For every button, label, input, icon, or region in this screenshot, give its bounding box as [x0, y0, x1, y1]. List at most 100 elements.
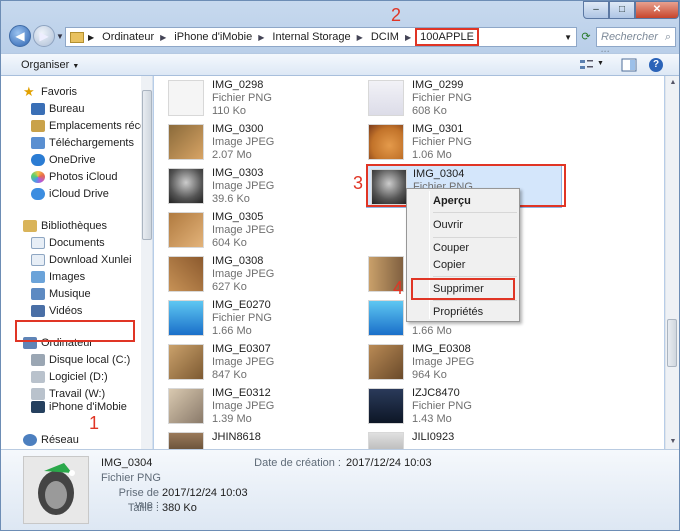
file-item[interactable]: IMG_E0308 Image JPEG 964 Ko: [354, 340, 534, 384]
file-item[interactable]: IMG_0299 Fichier PNG 608 Ko: [354, 76, 534, 120]
address-bar[interactable]: ▶ Ordinateur ▶ iPhone d'iMobie ▶ Internal …: [65, 27, 577, 47]
scroll-up-icon[interactable]: ▲: [666, 76, 680, 90]
file-thumbnail: [168, 124, 204, 160]
breadcrumb-100apple[interactable]: 100APPLE: [415, 28, 479, 46]
forward-button[interactable]: ▶: [33, 25, 55, 47]
help-button[interactable]: ?: [649, 58, 665, 72]
nav-item-downloads[interactable]: Téléchargements: [31, 135, 134, 151]
nav-item-bureau[interactable]: Bureau: [31, 101, 84, 117]
file-item[interactable]: IMG_0305 Image JPEG 604 Ko: [154, 208, 334, 252]
breadcrumb-iphone[interactable]: iPhone d'iMobie ▶: [170, 28, 268, 46]
chevron-down-icon: ▼: [72, 63, 80, 70]
file-list-scrollbar-thumb[interactable]: [667, 319, 677, 367]
preview-pane-button[interactable]: [621, 58, 637, 72]
cloud-icon: [31, 154, 45, 166]
nav-favorites[interactable]: ★ Favoris: [23, 84, 77, 100]
nav-libraries[interactable]: Bibliothèques: [23, 218, 107, 234]
details-created-value[interactable]: 2017/12/24 10:03: [346, 457, 432, 469]
chevron-right-icon[interactable]: ▶: [357, 33, 363, 42]
phone-icon: [31, 401, 45, 413]
file-item[interactable]: JILI0923: [354, 428, 534, 449]
maximize-button[interactable]: □: [609, 1, 635, 19]
highlight-iphone: [15, 320, 135, 342]
nav-item-icloud-drive[interactable]: iCloud Drive: [31, 186, 109, 202]
menu-separator: [433, 237, 517, 238]
menu-item-couper[interactable]: Couper: [433, 239, 469, 257]
chevron-right-icon[interactable]: ▶: [88, 33, 94, 42]
file-item[interactable]: IMG_0308 Image JPEG 627 Ko: [154, 252, 334, 296]
search-icon: ⌕: [664, 31, 671, 43]
file-thumbnail: [368, 300, 404, 336]
file-item[interactable]: IMG_E0270 Fichier PNG 1.66 Mo: [154, 296, 334, 340]
file-item[interactable]: IZJC8470 Fichier PNG 1.43 Mo: [354, 384, 534, 428]
menu-item-apercu[interactable]: Aperçu: [433, 192, 471, 210]
window-controls: – □ ✕: [583, 1, 679, 19]
search-input[interactable]: Rechercher ... ⌕: [596, 27, 676, 55]
back-button[interactable]: ◀: [9, 25, 31, 47]
nav-item-recent[interactable]: Emplacements récents: [31, 118, 152, 134]
history-dropdown-icon[interactable]: ▼: [56, 32, 64, 41]
view-options-button[interactable]: [579, 58, 595, 72]
pictures-icon: [31, 271, 45, 283]
folder-icon: [70, 31, 84, 43]
nav-item-disk-c[interactable]: Disque local (C:): [31, 352, 130, 368]
menu-item-copier[interactable]: Copier: [433, 256, 465, 274]
file-item[interactable]: IMG_0298 Fichier PNG 110 Ko: [154, 76, 334, 120]
chevron-right-icon[interactable]: ▶: [258, 33, 264, 42]
file-thumbnail: [368, 344, 404, 380]
photos-icon: [31, 171, 45, 183]
preview-pane-icon: [621, 58, 637, 72]
menu-item-proprietes[interactable]: Propriétés: [433, 303, 483, 321]
command-bar: Organiser ▼ ▼ ?: [1, 53, 679, 76]
breadcrumb-dcim[interactable]: DCIM ▶: [367, 28, 415, 46]
nav-item-documents[interactable]: Documents: [31, 235, 105, 251]
refresh-button[interactable]: ⟳: [579, 27, 593, 47]
portrait-thumbnail: [24, 457, 88, 523]
menu-separator: [433, 300, 517, 301]
details-taken-value[interactable]: 2017/12/24 10:03: [162, 487, 248, 499]
file-item[interactable]: IMG_0301 Fichier PNG 1.06 Mo: [354, 120, 534, 164]
nav-scrollbar-thumb[interactable]: [142, 90, 152, 240]
minimize-button[interactable]: –: [583, 1, 609, 19]
nav-network[interactable]: Réseau: [23, 432, 79, 448]
refresh-icon: ⟳: [581, 31, 591, 43]
file-item[interactable]: IMG_E0307 Image JPEG 847 Ko: [154, 340, 334, 384]
breadcrumb-ordinateur[interactable]: Ordinateur ▶: [98, 28, 170, 46]
annotation-1: 1: [89, 413, 100, 433]
nav-item-download-xunlei[interactable]: Download Xunlei: [31, 252, 132, 268]
annotation-4: 4: [393, 278, 404, 298]
breadcrumb-internal-storage[interactable]: Internal Storage ▶: [268, 28, 366, 46]
organize-button[interactable]: Organiser ▼: [21, 59, 79, 71]
file-item[interactable]: IMG_0303 Image JPEG 39.6 Ko: [154, 164, 334, 208]
view-dropdown-icon[interactable]: ▼: [597, 60, 604, 67]
documents-icon: [31, 237, 45, 249]
file-item[interactable]: JHIN8618: [154, 428, 334, 449]
nav-item-images[interactable]: Images: [31, 269, 85, 285]
folder-icon: [31, 254, 45, 266]
nav-item-disk-d[interactable]: Logiciel (D:): [31, 369, 108, 385]
close-button[interactable]: ✕: [635, 1, 679, 19]
nav-item-music[interactable]: Musique: [31, 286, 91, 302]
file-thumbnail: [168, 256, 204, 292]
annotation-3: 3: [353, 173, 364, 193]
scroll-down-icon[interactable]: ▼: [666, 435, 680, 449]
menu-item-ouvrir[interactable]: Ouvrir: [433, 216, 463, 234]
file-thumbnail: [168, 344, 204, 380]
nav-item-onedrive[interactable]: OneDrive: [31, 152, 95, 168]
network-icon: [23, 434, 37, 446]
videos-icon: [31, 305, 45, 317]
nav-item-photos-icloud[interactable]: Photos iCloud: [31, 169, 118, 185]
nav-item-iphone[interactable]: iPhone d'iMobie: [31, 399, 127, 415]
nav-item-videos[interactable]: Vidéos: [31, 303, 82, 319]
address-dropdown-icon[interactable]: ▼: [564, 33, 572, 42]
navigation-pane: ★ Favoris Bureau Emplacements récents Tél…: [1, 76, 153, 449]
file-item[interactable]: IMG_0300 Image JPEG 2.07 Mo: [154, 120, 334, 164]
details-created-label: Date de création :: [254, 457, 341, 469]
file-thumbnail: [168, 388, 204, 424]
chevron-right-icon[interactable]: ▶: [160, 33, 166, 42]
libraries-icon: [23, 220, 37, 232]
file-list-scrollbar[interactable]: ▲ ▼: [665, 76, 679, 449]
details-file-name: IMG_0304: [101, 457, 153, 469]
file-item[interactable]: IMG_E0312 Image JPEG 1.39 Mo: [154, 384, 334, 428]
chevron-right-icon[interactable]: ▶: [405, 33, 411, 42]
